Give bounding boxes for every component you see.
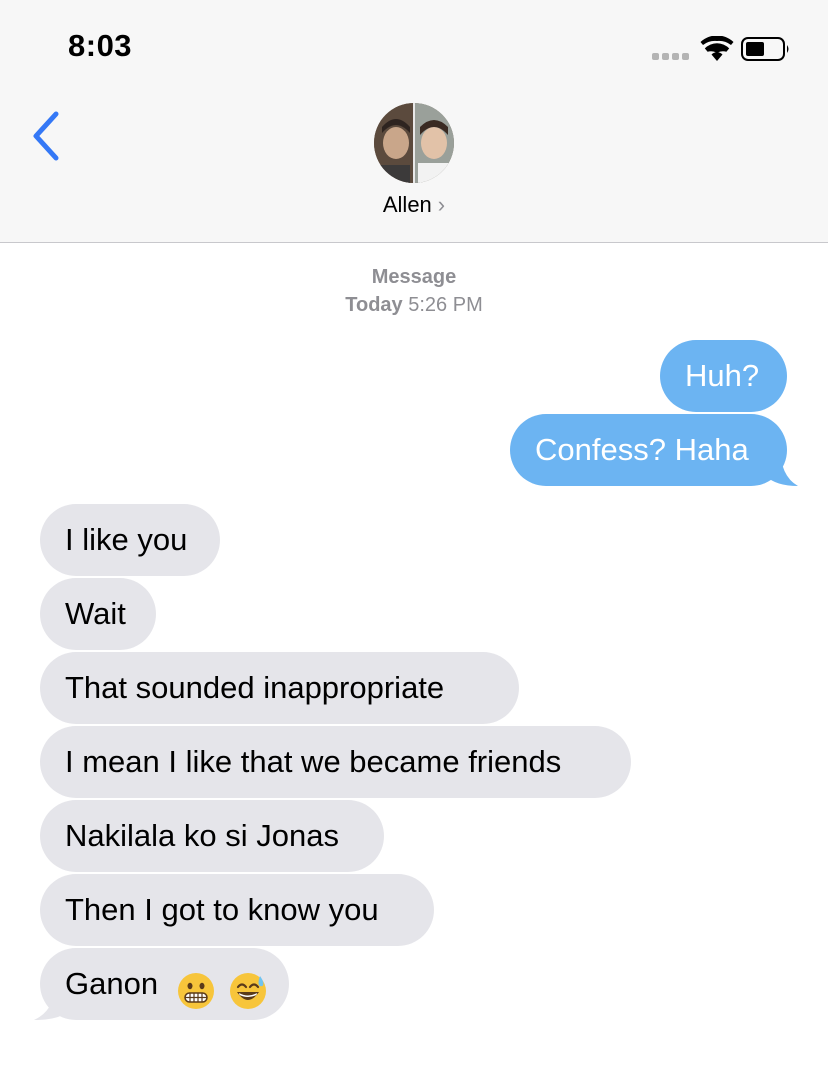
thread-timestamp: Today 5:26 PM xyxy=(0,294,828,317)
received-message-bubble[interactable]: Then I got to know you xyxy=(40,874,434,946)
message-text: Wait xyxy=(65,596,126,631)
wifi-icon xyxy=(700,35,734,62)
message-text: Huh? xyxy=(685,358,760,393)
received-message-bubble[interactable]: I like you xyxy=(40,504,220,576)
timestamp-day: Today xyxy=(345,294,403,316)
message-text: Nakilala ko si Jonas xyxy=(65,818,339,853)
message-text: I mean I like that we became friends xyxy=(65,744,562,779)
timestamp-time: 5:26 PM xyxy=(408,294,483,316)
service-label: Message xyxy=(371,266,457,288)
conversation-header: 8:03 Allen › xyxy=(0,0,828,243)
back-button[interactable] xyxy=(26,108,70,164)
received-message-bubble[interactable]: That sounded inappropriate xyxy=(40,652,519,724)
messages-screen: 8:03 Allen › Message Today 5:26 PM Huh? … xyxy=(0,0,828,1067)
received-message-bubble[interactable]: Nakilala ko si Jonas xyxy=(40,800,384,872)
cellular-signal-icon xyxy=(652,53,692,61)
status-time: 8:03 xyxy=(68,28,133,63)
chevron-left-icon xyxy=(33,111,59,161)
battery-icon xyxy=(741,37,789,61)
received-message-bubble[interactable]: I mean I like that we became friends xyxy=(40,726,631,798)
message-text: Confess? Haha xyxy=(535,432,749,467)
sent-message-bubble[interactable]: Huh? xyxy=(660,340,787,412)
contact-name-button[interactable]: Allen › xyxy=(0,192,828,218)
received-message-bubble[interactable]: Ganon xyxy=(40,948,289,1020)
sent-message-bubble[interactable]: Confess? Haha xyxy=(510,414,787,486)
contact-avatar[interactable] xyxy=(374,103,454,183)
message-text: Then I got to know you xyxy=(65,892,379,927)
message-text: Ganon xyxy=(65,966,159,1001)
message-text: I like you xyxy=(65,522,188,557)
chevron-right-icon: › xyxy=(437,192,446,217)
grimacing-face-emoji xyxy=(177,964,215,1009)
received-message-bubble[interactable]: Wait xyxy=(40,578,156,650)
grinning-face-with-sweat-emoji xyxy=(229,964,267,1009)
contact-name: Allen xyxy=(382,192,432,217)
message-text: That sounded inappropriate xyxy=(65,670,445,705)
